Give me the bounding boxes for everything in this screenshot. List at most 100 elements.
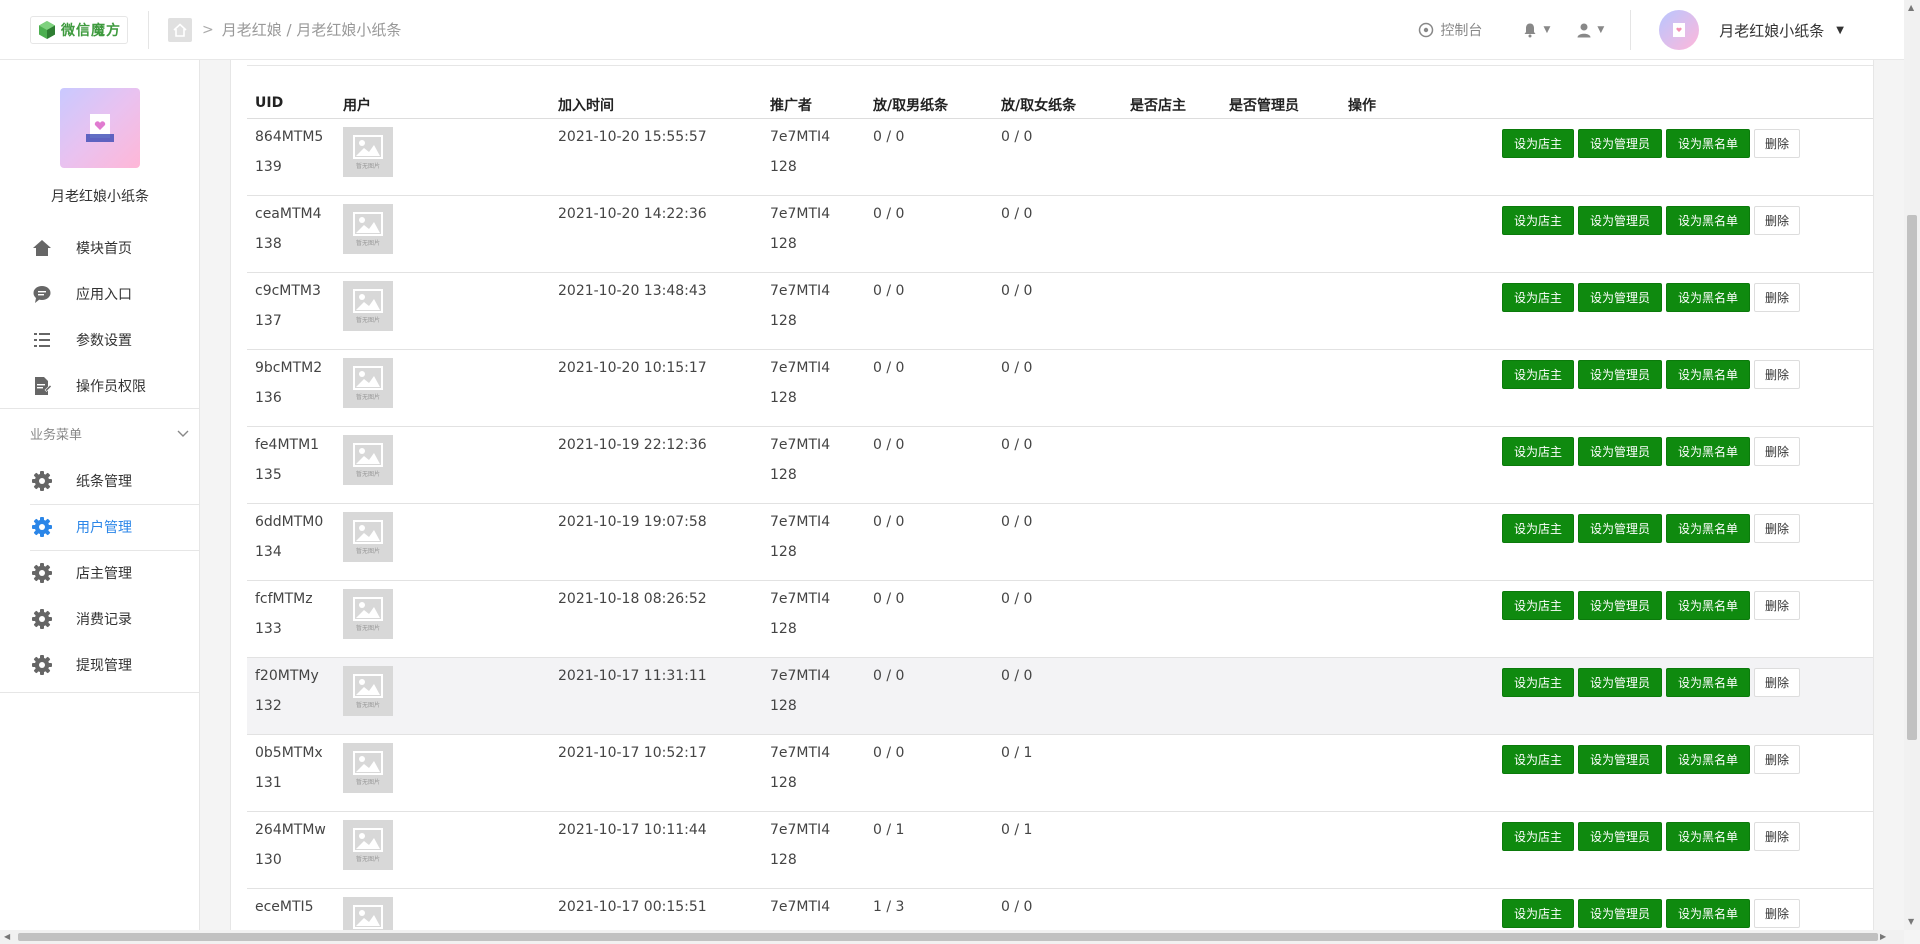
sidebar-item-entry[interactable]: 应用入口	[0, 271, 200, 317]
referrer-line-1: 7e7MTI4	[770, 283, 831, 299]
set-admin-button[interactable]: 设为管理员	[1578, 283, 1663, 312]
set-shop-owner-button[interactable]: 设为店主	[1502, 591, 1575, 620]
uid-line-1: eceMTI5	[255, 899, 314, 915]
set-blacklist-button[interactable]: 设为黑名单	[1666, 745, 1751, 774]
console-link[interactable]: 控制台	[1418, 20, 1482, 40]
join-time-cell: 2021-10-17 11:31:11	[558, 668, 707, 684]
set-shop-owner-button[interactable]: 设为店主	[1502, 283, 1575, 312]
set-admin-button[interactable]: 设为管理员	[1578, 514, 1663, 543]
gear-icon	[30, 561, 54, 585]
delete-button[interactable]: 删除	[1754, 822, 1801, 851]
vertical-scrollbar[interactable]: ▲ ▼	[1904, 0, 1920, 930]
delete-button[interactable]: 删除	[1754, 899, 1801, 928]
set-shop-owner-button[interactable]: 设为店主	[1502, 437, 1575, 466]
set-admin-button[interactable]: 设为管理员	[1578, 360, 1663, 389]
set-admin-button[interactable]: 设为管理员	[1578, 206, 1663, 235]
sidebar-item-withdrawals[interactable]: 提现管理	[0, 642, 200, 688]
delete-button[interactable]: 删除	[1754, 283, 1801, 312]
set-blacklist-button[interactable]: 设为黑名单	[1666, 437, 1751, 466]
cube-logo-icon	[39, 20, 55, 39]
set-blacklist-button[interactable]: 设为黑名单	[1666, 129, 1751, 158]
set-admin-button[interactable]: 设为管理员	[1578, 437, 1663, 466]
uid-cell: eceMTI5 129	[255, 892, 335, 930]
set-shop-owner-button[interactable]: 设为店主	[1502, 129, 1575, 158]
female-notes-cell: 0 / 0	[1001, 437, 1033, 453]
image-placeholder-icon	[353, 673, 383, 698]
uid-line-2: 136	[255, 390, 282, 406]
sidebar-item-notes[interactable]: 纸条管理	[0, 458, 200, 504]
set-blacklist-button[interactable]: 设为黑名单	[1666, 668, 1751, 697]
image-placeholder-icon	[353, 134, 383, 159]
set-admin-button[interactable]: 设为管理员	[1578, 668, 1663, 697]
delete-button[interactable]: 删除	[1754, 206, 1801, 235]
set-shop-owner-button[interactable]: 设为店主	[1502, 514, 1575, 543]
sidebar-item-home[interactable]: 模块首页	[0, 225, 200, 271]
set-admin-button[interactable]: 设为管理员	[1578, 129, 1663, 158]
logo[interactable]: 微信魔方	[30, 15, 128, 44]
table-row[interactable]: 264MTMw 130 暂无图片 2021-10-17 10:11:44 7e7MTI4…	[247, 812, 1873, 889]
set-shop-owner-button[interactable]: 设为店主	[1502, 899, 1575, 928]
set-admin-button[interactable]: 设为管理员	[1578, 745, 1663, 774]
sidebar-item-shop-owners[interactable]: 店主管理	[0, 550, 200, 596]
delete-button[interactable]: 删除	[1754, 129, 1801, 158]
table-row[interactable]: 9bcMTM2 136 暂无图片 2021-10-20 10:15:17 7e7MTI4…	[247, 350, 1873, 427]
profile-menu[interactable]: 月老红娘小纸条 ▼	[1630, 10, 1844, 50]
set-blacklist-button[interactable]: 设为黑名单	[1666, 591, 1751, 620]
notifications-button[interactable]: ▼	[1522, 22, 1550, 38]
set-blacklist-button[interactable]: 设为黑名单	[1666, 822, 1751, 851]
scroll-up-icon[interactable]: ▲	[1908, 3, 1914, 12]
set-admin-button[interactable]: 设为管理员	[1578, 591, 1663, 620]
set-shop-owner-button[interactable]: 设为店主	[1502, 822, 1575, 851]
set-blacklist-button[interactable]: 设为黑名单	[1666, 206, 1751, 235]
business-menu-header[interactable]: 业务菜单	[30, 424, 190, 443]
set-shop-owner-button[interactable]: 设为店主	[1502, 360, 1575, 389]
set-shop-owner-button[interactable]: 设为店主	[1502, 668, 1575, 697]
set-blacklist-button[interactable]: 设为黑名单	[1666, 360, 1751, 389]
table-row[interactable]: f20MTMy 132 暂无图片 2021-10-17 11:31:11 7e7MTI4…	[247, 658, 1873, 735]
set-blacklist-button[interactable]: 设为黑名单	[1666, 283, 1751, 312]
delete-button[interactable]: 删除	[1754, 668, 1801, 697]
delete-button[interactable]: 删除	[1754, 745, 1801, 774]
table-row[interactable]: 0b5MTMx 131 暂无图片 2021-10-17 10:52:17 7e7MTI4…	[247, 735, 1873, 812]
join-time-cell: 2021-10-20 14:22:36	[558, 206, 707, 222]
document-edit-icon	[30, 374, 54, 398]
delete-button[interactable]: 删除	[1754, 514, 1801, 543]
scroll-right-icon[interactable]: ▶	[1880, 932, 1886, 941]
sidebar-item-settings[interactable]: 参数设置	[0, 317, 200, 363]
set-blacklist-button[interactable]: 设为黑名单	[1666, 514, 1751, 543]
table-row[interactable]: 864MTM5 139 暂无图片 2021-10-20 15:55:57 7e7MTI4…	[247, 119, 1873, 196]
scroll-down-icon[interactable]: ▼	[1908, 917, 1914, 926]
set-blacklist-button[interactable]: 设为黑名单	[1666, 899, 1751, 928]
home-button[interactable]	[168, 17, 192, 42]
delete-button[interactable]: 删除	[1754, 591, 1801, 620]
delete-button[interactable]: 删除	[1754, 360, 1801, 389]
uid-cell: 0b5MTMx 131	[255, 738, 335, 798]
referrer-line-1: 7e7MTI4	[770, 822, 831, 838]
table-row[interactable]: 6ddMTM0 134 暂无图片 2021-10-19 19:07:58 7e7MTI4…	[247, 504, 1873, 581]
set-admin-button[interactable]: 设为管理员	[1578, 899, 1663, 928]
table-row[interactable]: ceaMTM4 138 暂无图片 2021-10-20 14:22:36 7e7MTI4…	[247, 196, 1873, 273]
table-row[interactable]: eceMTI5 129 暂无图片 2021-10-17 00:15:51 7e7MTI4…	[247, 889, 1873, 930]
main-content: UID 用户 加入时间 推广者 放/取男纸条 放/取女纸条 是否店主 是否管理员…	[230, 60, 1874, 930]
scrollbar-thumb[interactable]	[1907, 215, 1917, 740]
horizontal-scrollbar[interactable]: ◀ ▶	[0, 930, 1904, 944]
scrollbar-thumb[interactable]	[18, 933, 1878, 941]
delete-button[interactable]: 删除	[1754, 437, 1801, 466]
table-row[interactable]: fcfMTMz 133 暂无图片 2021-10-18 08:26:52 7e7MTI4…	[247, 581, 1873, 658]
table-row[interactable]: fe4MTM1 135 暂无图片 2021-10-19 22:12:36 7e7MTI4…	[247, 427, 1873, 504]
referrer-cell: 7e7MTI4 128	[770, 430, 830, 490]
set-shop-owner-button[interactable]: 设为店主	[1502, 206, 1575, 235]
sidebar-item-label: 模块首页	[76, 241, 132, 257]
sidebar-item-users[interactable]: 用户管理	[0, 504, 200, 550]
scroll-left-icon[interactable]: ◀	[4, 932, 10, 941]
breadcrumb[interactable]: 月老红娘 / 月老红娘小纸条	[222, 19, 402, 40]
user-menu-button[interactable]: ▼	[1576, 22, 1604, 38]
sidebar-item-permissions[interactable]: 操作员权限	[0, 363, 200, 409]
sidebar-item-consumption[interactable]: 消费记录	[0, 596, 200, 642]
table-row[interactable]: c9cMTM3 137 暂无图片 2021-10-20 13:48:43 7e7MTI4…	[247, 273, 1873, 350]
column-header-is-shop-owner: 是否店主	[1130, 98, 1186, 114]
sidebar-item-label: 消费记录	[76, 612, 132, 628]
set-admin-button[interactable]: 设为管理员	[1578, 822, 1663, 851]
join-time-cell: 2021-10-20 10:15:17	[558, 360, 707, 376]
set-shop-owner-button[interactable]: 设为店主	[1502, 745, 1575, 774]
